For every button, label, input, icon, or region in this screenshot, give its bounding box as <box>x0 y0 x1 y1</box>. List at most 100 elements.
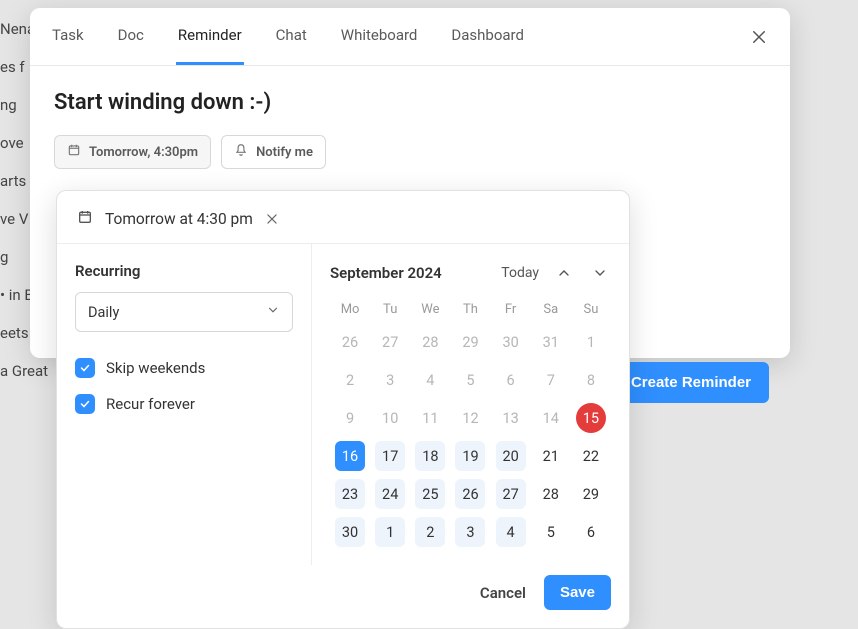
recur-forever-label: Recur forever <box>106 395 195 413</box>
save-button[interactable]: Save <box>544 575 611 610</box>
recur-forever-row[interactable]: Recur forever <box>75 386 293 422</box>
calendar-day-label: 26 <box>335 327 365 357</box>
calendar-day[interactable]: 5 <box>450 361 490 399</box>
calendar-day[interactable]: 6 <box>571 513 611 551</box>
calendar-day-label: 4 <box>496 517 526 547</box>
calendar-day[interactable]: 13 <box>491 399 531 437</box>
calendar-day[interactable]: 3 <box>450 513 490 551</box>
calendar-day[interactable]: 15 <box>571 399 611 437</box>
calendar-day-label: 28 <box>415 327 445 357</box>
calendar-day[interactable]: 23 <box>330 475 370 513</box>
date-chip[interactable]: Tomorrow, 4:30pm <box>54 135 211 169</box>
calendar-day[interactable]: 12 <box>450 399 490 437</box>
tab-dashboard[interactable]: Dashboard <box>449 8 526 65</box>
calendar-day-label: 15 <box>576 403 606 433</box>
calendar-panel: September 2024 Today MoTuWeThFrSaSu 2627… <box>312 244 629 565</box>
calendar-day-label: 18 <box>415 441 445 471</box>
calendar-day-label: 27 <box>496 479 526 509</box>
calendar-day-label: 30 <box>335 517 365 547</box>
next-month-button[interactable] <box>589 262 611 284</box>
notify-chip[interactable]: Notify me <box>221 135 326 169</box>
calendar-day[interactable]: 9 <box>330 399 370 437</box>
calendar-day[interactable]: 25 <box>410 475 450 513</box>
calendar-day-label: 3 <box>455 517 485 547</box>
prev-month-button[interactable] <box>553 262 575 284</box>
popover-footer: Cancel Save <box>57 565 629 628</box>
chip-row: Tomorrow, 4:30pm Notify me <box>54 135 766 169</box>
calendar-day-label: 13 <box>496 403 526 433</box>
frequency-select[interactable]: Daily <box>75 292 293 332</box>
calendar-day-label: 10 <box>375 403 405 433</box>
calendar-day[interactable]: 26 <box>450 475 490 513</box>
create-reminder-button[interactable]: Create Reminder <box>613 362 769 403</box>
popover-header: Tomorrow at 4:30 pm <box>57 191 629 243</box>
today-button[interactable]: Today <box>501 265 539 281</box>
calendar-day-label: 21 <box>536 441 566 471</box>
calendar-day[interactable]: 28 <box>410 323 450 361</box>
reminder-title-input[interactable]: Start winding down :-) <box>54 90 766 115</box>
skip-weekends-row[interactable]: Skip weekends <box>75 350 293 386</box>
calendar-day[interactable]: 28 <box>531 475 571 513</box>
calendar-day[interactable]: 29 <box>571 475 611 513</box>
calendar-day[interactable]: 19 <box>450 437 490 475</box>
calendar-day[interactable]: 4 <box>491 513 531 551</box>
calendar-day-label: 11 <box>415 403 445 433</box>
calendar-day[interactable]: 26 <box>330 323 370 361</box>
dow-label: Th <box>450 296 490 323</box>
calendar-grid: 2627282930311234567891011121314151617181… <box>330 323 611 551</box>
calendar-day[interactable]: 11 <box>410 399 450 437</box>
calendar-day[interactable]: 5 <box>531 513 571 551</box>
calendar-day[interactable]: 18 <box>410 437 450 475</box>
calendar-day-label: 27 <box>375 327 405 357</box>
popover-body: Recurring Daily Skip weekends Recur fore… <box>57 243 629 565</box>
calendar-day-label: 14 <box>536 403 566 433</box>
calendar-day[interactable]: 2 <box>410 513 450 551</box>
calendar-day-label: 22 <box>576 441 606 471</box>
calendar-day[interactable]: 6 <box>491 361 531 399</box>
calendar-day-label: 2 <box>415 517 445 547</box>
calendar-day[interactable]: 7 <box>531 361 571 399</box>
calendar-day[interactable]: 27 <box>370 323 410 361</box>
calendar-day[interactable]: 3 <box>370 361 410 399</box>
tab-chat[interactable]: Chat <box>274 8 309 65</box>
calendar-day-label: 24 <box>375 479 405 509</box>
calendar-day[interactable]: 1 <box>370 513 410 551</box>
calendar-day[interactable]: 22 <box>571 437 611 475</box>
calendar-day[interactable]: 1 <box>571 323 611 361</box>
calendar-day-label: 9 <box>335 403 365 433</box>
calendar-day[interactable]: 20 <box>491 437 531 475</box>
calendar-day[interactable]: 16 <box>330 437 370 475</box>
calendar-day[interactable]: 8 <box>571 361 611 399</box>
calendar-day[interactable]: 30 <box>330 513 370 551</box>
tab-doc[interactable]: Doc <box>116 8 146 65</box>
calendar-day[interactable]: 31 <box>531 323 571 361</box>
calendar-day[interactable]: 21 <box>531 437 571 475</box>
clear-date-icon[interactable] <box>265 212 279 226</box>
skip-weekends-checkbox[interactable] <box>75 358 95 378</box>
recur-forever-checkbox[interactable] <box>75 394 95 414</box>
tab-task[interactable]: Task <box>50 8 86 65</box>
tab-reminder[interactable]: Reminder <box>176 8 244 65</box>
calendar-day[interactable]: 27 <box>491 475 531 513</box>
calendar-day[interactable]: 24 <box>370 475 410 513</box>
modal-header: Task Doc Reminder Chat Whiteboard Dashboard <box>30 8 790 66</box>
modal-body: Start winding down :-) Tomorrow, 4:30pm … <box>30 66 790 193</box>
date-popover: Tomorrow at 4:30 pm Recurring Daily Skip… <box>56 190 630 629</box>
calendar-day-label: 12 <box>455 403 485 433</box>
calendar-day[interactable]: 17 <box>370 437 410 475</box>
modal-tabs: Task Doc Reminder Chat Whiteboard Dashboard <box>50 8 748 65</box>
calendar-day-label: 1 <box>576 327 606 357</box>
calendar-day[interactable]: 30 <box>491 323 531 361</box>
calendar-day-label: 6 <box>576 517 606 547</box>
calendar-day-label: 20 <box>496 441 526 471</box>
tab-whiteboard[interactable]: Whiteboard <box>339 8 420 65</box>
calendar-day[interactable]: 10 <box>370 399 410 437</box>
calendar-day-label: 4 <box>415 365 445 395</box>
calendar-day[interactable]: 29 <box>450 323 490 361</box>
cancel-button[interactable]: Cancel <box>480 584 526 602</box>
calendar-day[interactable]: 2 <box>330 361 370 399</box>
calendar-day-label: 1 <box>375 517 405 547</box>
close-icon[interactable] <box>748 26 770 48</box>
calendar-day[interactable]: 14 <box>531 399 571 437</box>
calendar-day[interactable]: 4 <box>410 361 450 399</box>
